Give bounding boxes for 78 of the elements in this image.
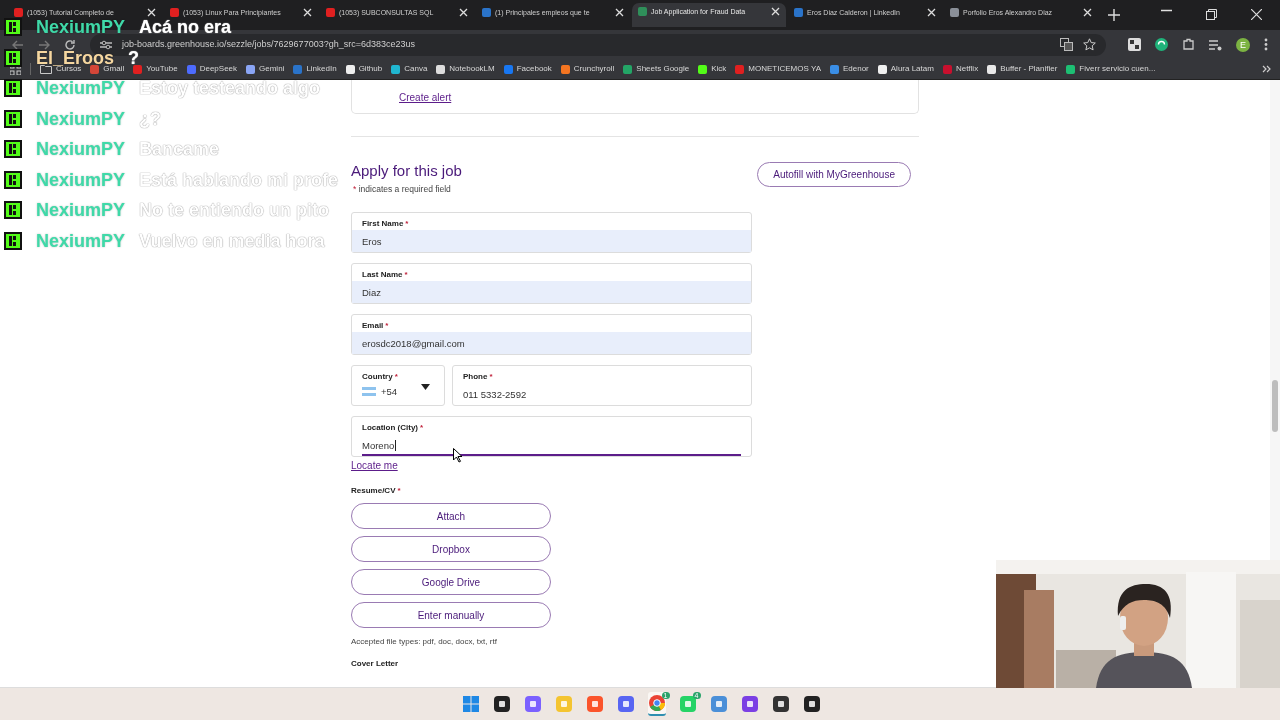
more-bookmarks-icon[interactable] — [1262, 65, 1272, 73]
star-icon[interactable] — [1083, 38, 1096, 51]
caret-icon — [421, 384, 430, 390]
bookmark[interactable]: Cursos — [40, 64, 82, 74]
bookmark[interactable]: Kick — [698, 64, 727, 74]
bookmark[interactable]: Sheets Google — [623, 64, 690, 74]
autofill-button[interactable]: Autofill with MyGreenhouse — [757, 162, 911, 187]
bookmark[interactable]: Edenor — [829, 64, 869, 74]
country-select[interactable]: Country * +54 — [351, 365, 445, 406]
upload-option-button[interactable]: Google Drive — [351, 569, 551, 595]
chat-username: NexiumPY — [36, 231, 126, 250]
site-info-icon[interactable] — [100, 39, 112, 50]
bookmark[interactable]: NotebookLM — [436, 64, 495, 74]
upload-option-button[interactable]: Dropbox — [351, 536, 551, 562]
kick-logo-icon — [4, 79, 22, 97]
scrollbar-thumb[interactable] — [1272, 380, 1278, 432]
reload-icon[interactable] — [64, 38, 76, 51]
chat-username: NexiumPY — [36, 140, 126, 158]
chat-message: Acá no era — [139, 18, 232, 36]
required-note: indicates a required field — [358, 184, 451, 194]
chat-username: NexiumPY — [36, 79, 126, 97]
bookmark[interactable]: Gmail — [90, 64, 125, 74]
minimize-icon[interactable] — [1161, 9, 1172, 12]
resume-label: Resume/CV * — [351, 486, 402, 495]
upload-option-button[interactable]: Enter manually — [351, 602, 551, 628]
kick-logo-icon — [4, 18, 22, 36]
mouse-cursor-icon — [453, 448, 463, 463]
text-field[interactable]: First Name * Eros — [351, 212, 752, 253]
required-asterisk: * — [353, 184, 357, 194]
restore-icon[interactable] — [1206, 9, 1217, 20]
close-icon[interactable] — [1251, 9, 1262, 20]
bookmark[interactable]: Canva — [391, 64, 428, 74]
upload-option-button[interactable]: Attach — [351, 503, 551, 529]
bookmark[interactable]: Github — [345, 64, 383, 74]
text-field[interactable]: Email * erosdc2018@gmail.com — [351, 314, 752, 355]
qr-code-icon[interactable] — [1128, 38, 1141, 51]
chat-username: NexiumPY — [36, 18, 126, 36]
kick-logo-icon — [4, 201, 22, 219]
close-icon[interactable] — [1083, 7, 1092, 17]
sync-icon[interactable] — [1155, 38, 1168, 51]
file-types-note: Accepted file types: pdf, doc, docx, txt, rtf — [351, 637, 498, 646]
bookmark[interactable]: Alura Latam — [877, 64, 934, 74]
back-icon[interactable] — [12, 38, 24, 51]
bookmark[interactable]: LinkedIn — [293, 64, 337, 74]
close-icon[interactable] — [303, 7, 312, 17]
close-icon[interactable] — [615, 7, 624, 17]
flag-icon — [362, 387, 376, 396]
bookmark[interactable]: Facebook — [503, 64, 552, 74]
text-field[interactable]: Last Name * Diaz — [351, 263, 752, 304]
menu-icon[interactable] — [1264, 38, 1268, 51]
cover-letter-label: Cover Letter — [351, 659, 400, 668]
bookmark[interactable]: Netflix — [942, 64, 979, 74]
bookmark[interactable]: Crunchyroll — [560, 64, 615, 74]
kick-logo-icon — [4, 140, 22, 158]
chat-username: NexiumPY — [36, 109, 126, 128]
form-heading: Apply for this job — [351, 162, 462, 179]
close-icon[interactable] — [927, 7, 936, 17]
forward-icon[interactable] — [38, 38, 50, 51]
text-field[interactable]: Location (City) * Moreno — [351, 416, 752, 457]
bookmark[interactable]: Fiverr servicio cuen... — [1066, 64, 1156, 74]
bookmark[interactable]: DeepSeek — [186, 64, 238, 74]
bookmark[interactable]: YouTube — [133, 64, 178, 74]
chat-message: ¿? — [139, 109, 162, 128]
close-icon[interactable] — [147, 7, 156, 17]
chat-username: NexiumPY — [36, 170, 126, 189]
bookmark[interactable]: Buffer - Planifier — [987, 64, 1058, 74]
locate-me-link[interactable]: Locate me — [351, 460, 398, 471]
text-field[interactable]: Phone * 011 5332-2592 — [452, 365, 752, 406]
new-tab-icon[interactable] — [1108, 9, 1120, 21]
bookmark[interactable]: Gemini — [246, 64, 285, 74]
media-icon[interactable] — [1209, 38, 1222, 51]
bookmark[interactable]: MONETICEMOS YA — [735, 64, 821, 74]
extensions-icon[interactable] — [1182, 38, 1195, 51]
close-icon[interactable] — [459, 7, 468, 17]
chat-username: NexiumPY — [36, 201, 126, 219]
close-icon[interactable] — [771, 6, 780, 16]
create-alert-link[interactable]: Create alert — [399, 92, 452, 103]
translate-icon[interactable] — [1060, 38, 1073, 51]
